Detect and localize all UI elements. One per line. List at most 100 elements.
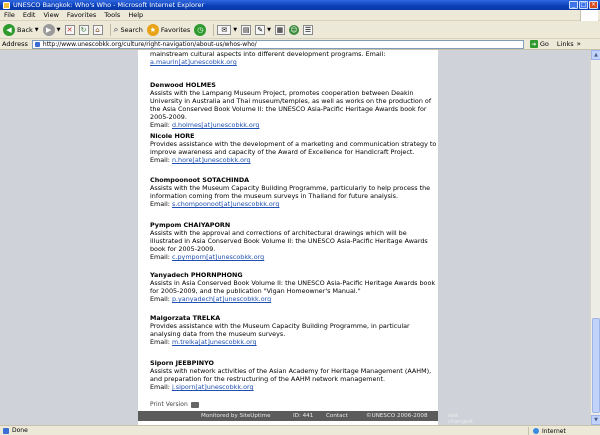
email-label: Email:	[150, 383, 170, 391]
search-button[interactable]: ⌕ Search	[114, 25, 143, 35]
globe-icon	[533, 428, 539, 434]
footer-last-changed: last changed: 03.04.2009	[448, 413, 475, 425]
chevron-down-icon: ▼	[267, 26, 271, 33]
email-link[interactable]: n.hore[at]unescobkk.org	[172, 156, 251, 164]
scroll-down-icon[interactable]: ▼	[591, 415, 600, 425]
printer-icon: ▤	[241, 24, 252, 35]
footer-id: ID: 441	[293, 413, 314, 419]
staff-entry: Yanyadech PHORNPHONG Assists in Asia Cons…	[150, 271, 440, 303]
chevron-down-icon: ▼	[233, 26, 238, 33]
email-label: Email:	[150, 156, 170, 164]
chevron-down-icon: ▼	[56, 26, 61, 33]
staff-description: Assists with the Lampang Museum Project,…	[150, 89, 432, 121]
print-version-link[interactable]: Print Version	[150, 401, 199, 408]
staff-description: Assists with the approval and correction…	[150, 229, 428, 253]
menu-favorites[interactable]: Favorites	[67, 11, 96, 19]
staff-email-line: Email: n.hore[at]unescobkk.org	[150, 156, 251, 164]
back-arrow-icon: ◀	[3, 23, 15, 36]
email-link[interactable]: a.maurin[at]unescobkk.org	[150, 58, 237, 66]
staff-description: Assists with network activities of the A…	[150, 367, 432, 383]
address-label: Address	[2, 40, 28, 48]
staff-description: Assists with the Museum Capacity Buildin…	[150, 184, 431, 200]
staff-name: Pympom CHAIYAPORN	[150, 221, 231, 229]
staff-email-line: Email: j.siporn[at]unescobkk.org	[150, 383, 254, 391]
back-button[interactable]: ◀ Back ▼	[3, 23, 39, 36]
forward-button[interactable]: ▶ ▼	[42, 23, 61, 36]
previous-entry-desc: mainstream cultural aspects into differe…	[150, 50, 364, 58]
email-label: Email:	[150, 338, 170, 346]
email-label: Email:	[150, 295, 170, 303]
staff-entry: Nicole HORE Provides assistance with the …	[150, 132, 440, 164]
home-icon: ⌂	[92, 24, 103, 35]
email-label: Email:	[150, 253, 170, 261]
staff-email-line: Email: m.trelka[at]unescobkk.org	[150, 338, 257, 346]
email-link[interactable]: s.chompoonoot[at]unescobkk.org	[172, 200, 279, 208]
links-button[interactable]: Links	[557, 40, 574, 48]
mail-button[interactable]: ✉ ▼	[217, 24, 238, 35]
refresh-icon: ↻	[78, 24, 89, 35]
zone-label: Internet	[542, 427, 566, 435]
minimize-button[interactable]: _	[569, 1, 578, 9]
menu-edit[interactable]: Edit	[23, 11, 36, 19]
ie-icon	[3, 1, 10, 9]
windows-logo-icon	[580, 10, 598, 21]
status-text: Done	[12, 427, 28, 434]
email-label: Email:	[150, 200, 170, 208]
maximize-button[interactable]: □	[579, 1, 588, 9]
scroll-thumb[interactable]	[592, 318, 600, 413]
favorites-button[interactable]: ★ Favorites	[146, 23, 191, 36]
email-link[interactable]: m.trelka[at]unescobkk.org	[172, 338, 257, 346]
go-arrow-icon: ➔	[529, 40, 538, 48]
menu-file[interactable]: File	[4, 11, 15, 19]
toolbar: ◀ Back ▼ ▶ ▼ ✕ ↻ ⌂ ⌕ Search ★ Favorites …	[0, 21, 600, 39]
staff-entry: Chompoonoot SOTACHINDA Assists with the M…	[150, 176, 440, 208]
close-button[interactable]: ×	[589, 1, 598, 9]
staff-email-line: Email: d.holmes[at]unescobkk.org	[150, 121, 259, 129]
go-button[interactable]: ➔ Go	[529, 40, 549, 48]
staff-email-line: Email: s.chompoonoot[at]unescobkk.org	[150, 200, 279, 208]
discuss-button[interactable]: ▦	[274, 24, 285, 35]
staff-entry: Siporn JEEBPINYO Assists with network act…	[150, 359, 440, 391]
staff-entry: Denwood HOLMES Assists with the Lampang M…	[150, 81, 440, 129]
staff-description: Provides assistance with the Museum Capa…	[150, 322, 410, 338]
address-bar: Address http://www.unescobkk.org/culture…	[0, 39, 600, 50]
back-label: Back	[17, 25, 33, 34]
history-icon: ◷	[194, 23, 207, 36]
email-link[interactable]: c.pymporn[at]unescobkk.org	[172, 253, 264, 261]
toolbar-separator	[213, 23, 215, 36]
staff-name: Malgorzata TRELKA	[150, 314, 221, 322]
home-button[interactable]: ⌂	[92, 24, 103, 35]
refresh-button[interactable]: ↻	[78, 24, 89, 35]
stop-icon: ✕	[64, 24, 75, 35]
email-link[interactable]: p.yanyadech[at]unescobkk.org	[172, 295, 271, 303]
research-button[interactable]: ☰	[302, 24, 313, 35]
stop-button[interactable]: ✕	[64, 24, 75, 35]
email-link[interactable]: d.holmes[at]unescobkk.org	[172, 121, 259, 129]
search-icon: ⌕	[113, 24, 119, 35]
print-button[interactable]: ▤	[241, 24, 252, 35]
footer-contact[interactable]: Contact	[326, 413, 348, 419]
edit-icon: ✎	[255, 24, 266, 35]
staff-entry: Pympom CHAIYAPORN Assists with the approv…	[150, 221, 440, 261]
history-button[interactable]: ◷	[194, 23, 207, 36]
scroll-up-icon[interactable]: ▲	[591, 50, 600, 60]
messenger-icon: ☺	[288, 24, 299, 35]
edit-button[interactable]: ✎ ▼	[255, 24, 271, 35]
mail-icon: ✉	[217, 24, 232, 35]
menu-tools[interactable]: Tools	[104, 11, 120, 19]
vertical-scrollbar[interactable]: ▲ ▼	[590, 50, 600, 425]
previous-entry-fragment: mainstream cultural aspects into differe…	[150, 50, 440, 66]
staff-description: Provides assistance with the development…	[150, 140, 437, 156]
research-icon: ☰	[302, 24, 313, 35]
security-zone: Internet	[528, 427, 566, 435]
chevron-down-icon: ▼	[34, 26, 39, 33]
address-input[interactable]: http://www.unescobkk.org/culture/right-n…	[31, 39, 524, 49]
menu-help[interactable]: Help	[128, 11, 143, 19]
email-link[interactable]: j.siporn[at]unescobkk.org	[172, 383, 254, 391]
search-label: Search	[120, 25, 143, 34]
favorites-label: Favorites	[160, 25, 191, 34]
footer-monitored[interactable]: Monitored by SiteUptime	[201, 413, 271, 419]
menu-view[interactable]: View	[43, 11, 58, 19]
forward-arrow-icon: ▶	[42, 23, 55, 36]
messenger-button[interactable]: ☺	[288, 24, 299, 35]
